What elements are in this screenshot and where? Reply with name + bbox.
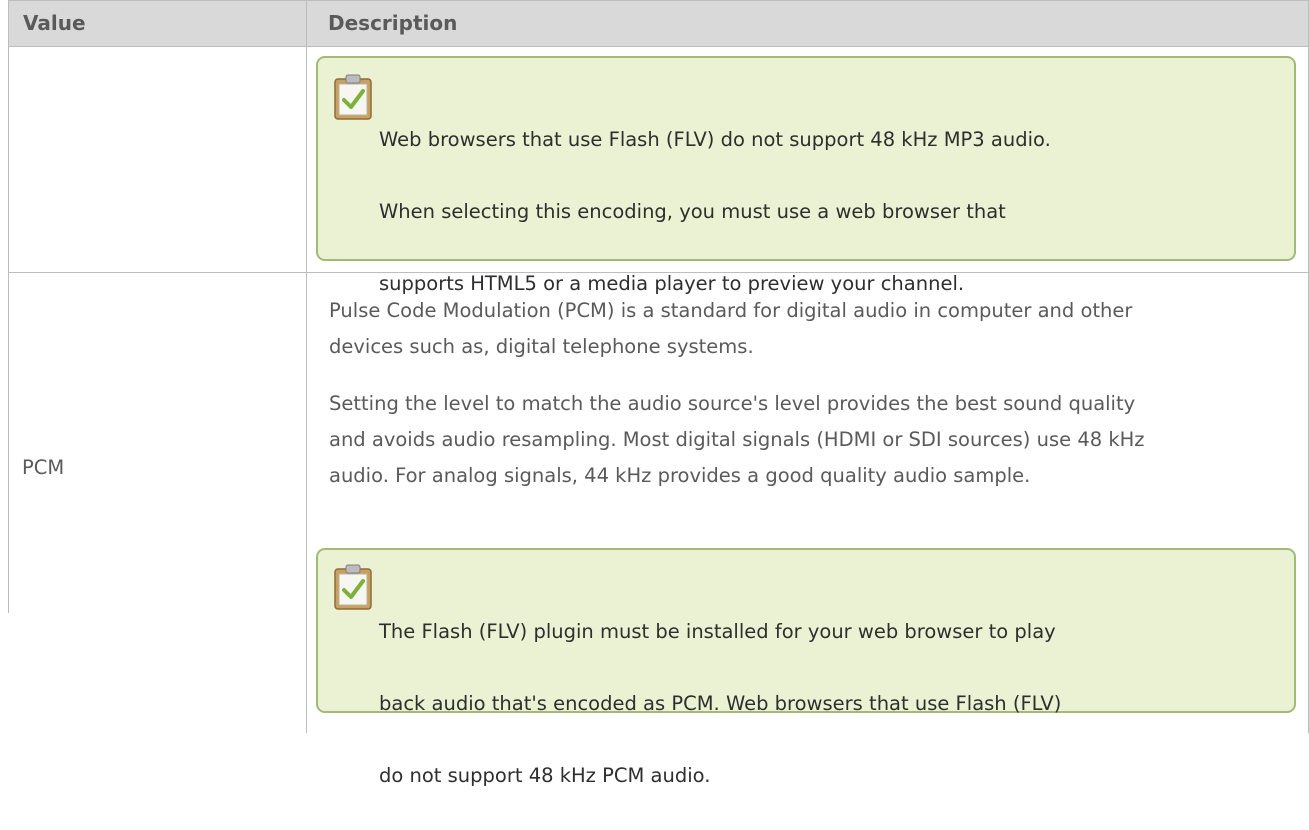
text-line: audio. For analog signals, 44 kHz provid… (329, 464, 1031, 487)
specification-table: Value Description Web browsers that use … (8, 0, 1309, 787)
note-text-pcm: The Flash (FLV) plugin must be installed… (379, 578, 1061, 830)
text-line: and avoids audio resampling. Most digita… (329, 428, 1145, 451)
note-line: do not support 48 kHz PCM audio. (379, 764, 711, 787)
text-line: Pulse Code Modulation (PCM) is a standar… (329, 299, 1133, 322)
table-row-2-value: PCM (22, 456, 65, 479)
clipboard-check-icon (334, 564, 372, 610)
table-left-border (8, 47, 9, 613)
note-line: back audio that's encoded as PCM. Web br… (379, 692, 1062, 715)
note-line: When selecting this encoding, you must u… (379, 200, 1006, 223)
note-box-pcm: The Flash (FLV) plugin must be installed… (316, 548, 1296, 787)
pcm-description-paragraph-2: Setting the level to match the audio sou… (329, 386, 1145, 494)
note-box-mp3: Web browsers that use Flash (FLV) do not… (316, 56, 1296, 295)
table-header: Value Description (8, 0, 1309, 47)
text-line: Setting the level to match the audio sou… (329, 392, 1136, 415)
value-column-header: Value (23, 11, 86, 35)
column-divider (306, 47, 307, 733)
text-line: devices such as, digital telephone syste… (329, 335, 754, 358)
note-line: The Flash (FLV) plugin must be installed… (379, 620, 1056, 643)
description-column-header: Description (328, 11, 458, 35)
header-divider (306, 0, 307, 47)
clipboard-check-icon (334, 74, 372, 120)
note-line: Web browsers that use Flash (FLV) do not… (379, 128, 1051, 151)
pcm-description-paragraph-1: Pulse Code Modulation (PCM) is a standar… (329, 293, 1132, 365)
